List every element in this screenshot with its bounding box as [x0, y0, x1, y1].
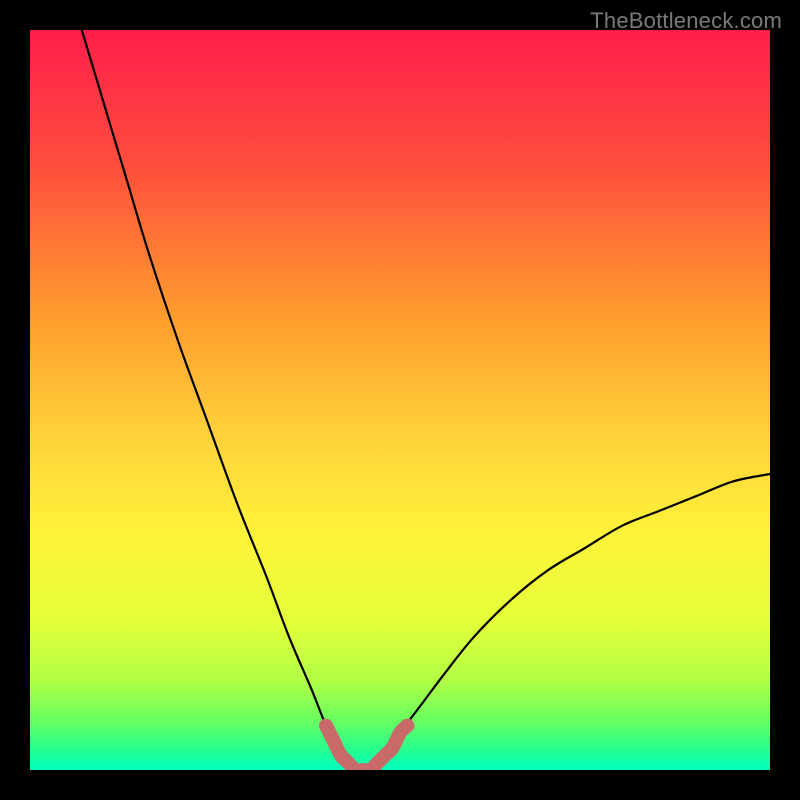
plot-area: [30, 30, 770, 770]
chart-svg: [30, 30, 770, 770]
outer-frame: TheBottleneck.com: [0, 0, 800, 800]
gradient-background: [30, 30, 770, 770]
watermark-text: TheBottleneck.com: [590, 8, 782, 34]
